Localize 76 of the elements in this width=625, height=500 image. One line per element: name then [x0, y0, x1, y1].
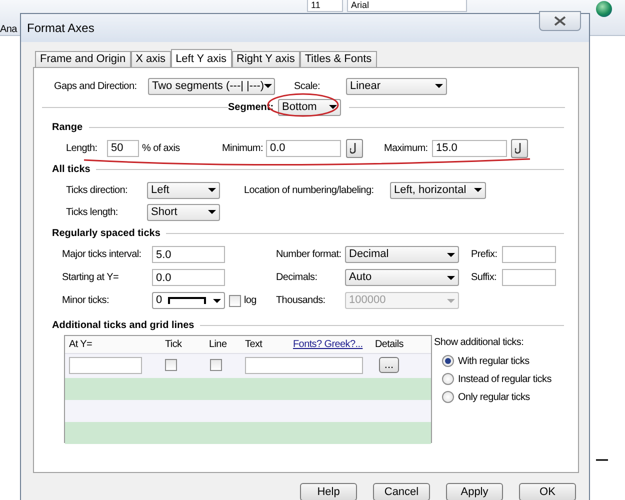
tab[interactable]: X axis [130, 51, 171, 67]
field-label: % of axis [142, 142, 180, 156]
field-label: Minor ticks: [62, 294, 109, 308]
axis-tick-drawing [596, 459, 608, 461]
field-label: Ticks direction: [66, 184, 128, 198]
section-title: Range [52, 120, 83, 134]
input-field[interactable]: 0.0 [266, 140, 341, 156]
dropdown[interactable]: Auto [345, 269, 459, 286]
dialog-button[interactable]: Help [300, 483, 357, 500]
menu-label: Ana [0, 23, 17, 37]
field-label: Starting at Y= [62, 271, 118, 285]
close-icon [554, 16, 566, 26]
dropdown[interactable]: Left [147, 182, 220, 198]
field-label: Gaps and Direction: [54, 80, 137, 94]
radio-button[interactable] [442, 373, 454, 385]
details-button[interactable]: ... [379, 357, 399, 373]
input-field[interactable]: 5.0 [152, 246, 225, 263]
checkbox[interactable] [210, 359, 222, 371]
input-field[interactable] [502, 269, 556, 286]
tab[interactable]: Left Y axis [170, 49, 232, 68]
line-style-dropdown[interactable]: 0 [152, 292, 225, 309]
dialog-button[interactable]: Cancel [373, 483, 430, 500]
checkbox[interactable] [229, 294, 241, 306]
font-name-field[interactable]: Arial [347, 0, 467, 12]
input-field[interactable]: 50 [107, 140, 139, 156]
section-title: All ticks [52, 162, 90, 176]
field-label: Length: [66, 142, 98, 156]
field-label: Major ticks interval: [62, 248, 142, 262]
radio-label: With regular ticks [458, 354, 530, 368]
field-label: Ticks length: [66, 206, 118, 220]
input-field[interactable]: 15.0 [432, 140, 507, 156]
dropdown[interactable]: Short [147, 204, 220, 220]
input-field[interactable]: 0.0 [152, 269, 225, 286]
field-label: Suffix: [471, 271, 497, 285]
radio-label: Instead of regular ticks [458, 372, 552, 386]
dropdown[interactable]: Bottom [278, 98, 341, 116]
font-size-field[interactable]: 11 [307, 0, 343, 12]
column-header: Tick [165, 338, 182, 352]
dropdown[interactable]: Linear [346, 78, 447, 94]
radio-button[interactable] [442, 391, 454, 403]
dropdown[interactable]: Left, horizontal [390, 182, 486, 198]
column-header: Line [209, 338, 227, 352]
tab[interactable]: Titles & Fonts [300, 51, 377, 67]
radio-button[interactable] [442, 355, 454, 367]
field-label: Prefix: [471, 248, 498, 262]
field-label: log [244, 294, 256, 308]
tick-style-icon [168, 296, 206, 305]
dialog-button[interactable]: Apply [446, 483, 503, 500]
input-field[interactable] [245, 357, 363, 374]
checkbox[interactable] [165, 359, 177, 371]
tab[interactable]: Frame and Origin [35, 51, 131, 67]
pick-button[interactable] [511, 138, 528, 158]
field-label: Decimals: [276, 271, 318, 285]
input-field[interactable] [502, 246, 556, 263]
input-field[interactable] [69, 357, 142, 374]
dropdown[interactable]: Decimal [345, 246, 459, 263]
column-header: At Y= [69, 338, 92, 352]
field-label: Number format: [276, 248, 342, 262]
tab[interactable]: Right Y axis [232, 51, 300, 67]
window-title: Format Axes [27, 20, 94, 37]
radio-label: Only regular ticks [458, 390, 530, 404]
field-label: Minimum: [222, 142, 263, 156]
fonts-link[interactable]: Fonts? Greek?... [293, 337, 363, 352]
dialog-button[interactable]: OK [519, 483, 576, 500]
close-button[interactable] [539, 11, 581, 31]
column-header: Details [375, 338, 404, 352]
pick-button[interactable] [346, 138, 363, 158]
column-header: Text [245, 338, 262, 352]
field-label: Maximum: [384, 142, 428, 156]
field-label: Thousands: [276, 294, 326, 308]
field-label: Location of numbering/labeling: [244, 184, 374, 198]
section-title: Regularly spaced ticks [52, 226, 160, 240]
dropdown[interactable]: Two segments (---| |---) [148, 78, 275, 94]
group-label: Show additional ticks: [434, 336, 525, 350]
field-label: Scale: [294, 80, 320, 94]
section-title: Additional ticks and grid lines [52, 318, 194, 332]
